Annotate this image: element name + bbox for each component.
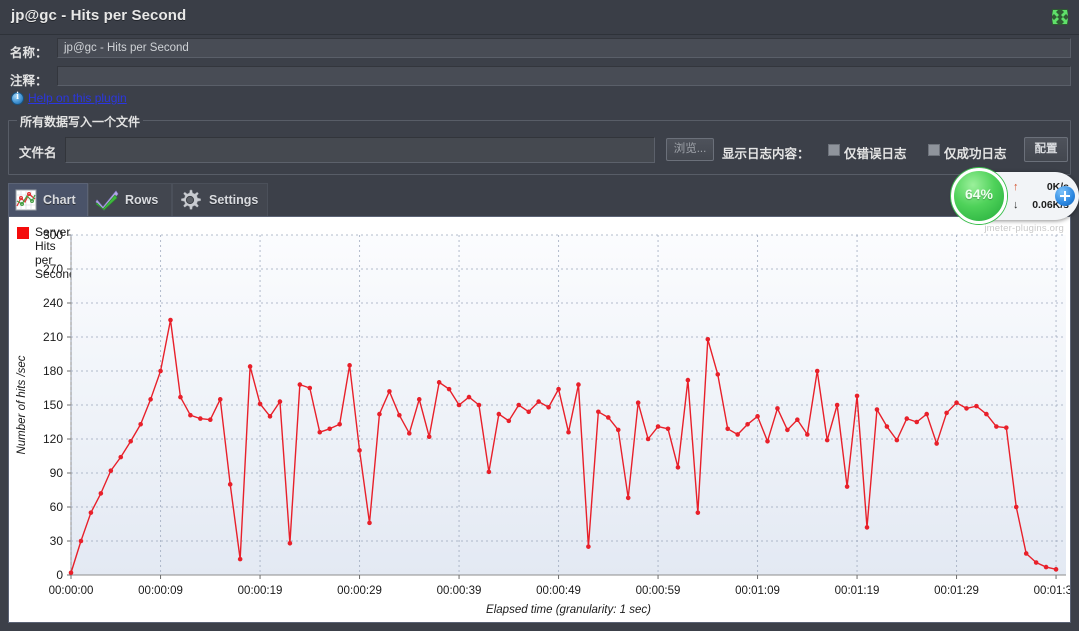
svg-text:0: 0 bbox=[56, 568, 63, 582]
svg-text:30: 30 bbox=[50, 534, 64, 548]
checkmark-icon bbox=[95, 189, 119, 211]
tab-strip: Chart Rows Settings bbox=[8, 183, 1071, 216]
tab-rows-label: Rows bbox=[125, 193, 159, 207]
svg-text:00:00:49: 00:00:49 bbox=[536, 585, 581, 597]
bottom-bar bbox=[0, 623, 1079, 631]
svg-text:240: 240 bbox=[43, 296, 63, 310]
write-all-data-groupbox: 所有数据写入一个文件 文件名 浏览... 显示日志内容： 仅错误日志 仅成功日志… bbox=[8, 113, 1071, 175]
tab-chart-label: Chart bbox=[43, 193, 76, 207]
filename-label: 文件名 bbox=[19, 146, 57, 160]
comment-row: 注释： bbox=[0, 66, 1079, 90]
success-only-label: 仅成功日志 bbox=[944, 147, 1007, 161]
tab-settings[interactable]: Settings bbox=[172, 183, 268, 216]
svg-text:270: 270 bbox=[43, 262, 63, 276]
svg-text:300: 300 bbox=[43, 228, 63, 242]
plugin-window: jp@gc - Hits per Second 名称： jp@gc - Hits… bbox=[0, 0, 1079, 631]
svg-text:00:00:09: 00:00:09 bbox=[138, 585, 183, 597]
comment-input[interactable] bbox=[57, 66, 1071, 86]
svg-text:180: 180 bbox=[43, 364, 63, 378]
comment-label: 注释： bbox=[10, 74, 48, 88]
download-arrow-icon: ↓ bbox=[1013, 199, 1019, 211]
svg-text:150: 150 bbox=[43, 398, 63, 412]
maximize-icon[interactable] bbox=[1049, 6, 1071, 28]
help-on-this-plugin-link[interactable]: Help on this plugin bbox=[28, 91, 127, 105]
page-title: jp@gc - Hits per Second bbox=[11, 7, 187, 24]
info-icon bbox=[11, 91, 24, 105]
tab-rows[interactable]: Rows bbox=[88, 183, 172, 216]
errors-only-checkbox[interactable] bbox=[828, 144, 840, 156]
svg-text:210: 210 bbox=[43, 330, 63, 344]
groupbox-title: 所有数据写入一个文件 bbox=[17, 113, 144, 130]
chart-plot[interactable]: 0 30 60 90 120 150 180 210 240 270 300 00:00:00 00:0… bbox=[9, 217, 1070, 622]
svg-text:00:00:19: 00:00:19 bbox=[238, 585, 283, 597]
cpu-percent-value: 64% bbox=[964, 186, 994, 202]
svg-text:00:00:59: 00:00:59 bbox=[636, 585, 681, 597]
help-row: Help on this plugin bbox=[0, 90, 1079, 110]
success-only-checkbox[interactable] bbox=[928, 144, 940, 156]
cpu-percent-ball[interactable]: 64% bbox=[951, 168, 1007, 224]
svg-text:00:00:00: 00:00:00 bbox=[49, 585, 94, 597]
title-bar: jp@gc - Hits per Second bbox=[0, 0, 1079, 35]
name-input-value: jp@gc - Hits per Second bbox=[64, 42, 189, 54]
svg-text:90: 90 bbox=[50, 466, 64, 480]
svg-text:00:01:09: 00:01:09 bbox=[735, 585, 780, 597]
errors-only-label: 仅错误日志 bbox=[844, 147, 907, 161]
svg-text:120: 120 bbox=[43, 432, 63, 446]
show-log-content-label: 显示日志内容： bbox=[722, 147, 810, 161]
chart-panel: Server Hits per Second jmeter-plugins.or… bbox=[8, 216, 1071, 623]
svg-text:Number of hits /sec: Number of hits /sec bbox=[16, 355, 28, 454]
chart-icon bbox=[15, 189, 37, 211]
svg-text:00:01:19: 00:01:19 bbox=[835, 585, 880, 597]
svg-text:00:00:39: 00:00:39 bbox=[437, 585, 482, 597]
name-input[interactable]: jp@gc - Hits per Second bbox=[57, 38, 1071, 58]
filename-input[interactable] bbox=[65, 137, 655, 163]
upload-arrow-icon: ↑ bbox=[1013, 181, 1019, 193]
configure-button[interactable]: 配置 bbox=[1024, 137, 1068, 162]
network-speed-widget[interactable]: 64% ↑ 0K/s ↓ 0.06K/s bbox=[951, 168, 1079, 224]
name-label: 名称： bbox=[10, 46, 48, 60]
svg-text:00:01:39: 00:01:39 bbox=[1034, 585, 1070, 597]
tab-chart[interactable]: Chart bbox=[8, 183, 88, 216]
gear-icon bbox=[179, 189, 201, 211]
svg-text:00:01:29: 00:01:29 bbox=[934, 585, 979, 597]
browse-button[interactable]: 浏览... bbox=[666, 138, 714, 161]
name-row: 名称： jp@gc - Hits per Second bbox=[0, 38, 1079, 62]
svg-text:Elapsed time (granularity: 1 s: Elapsed time (granularity: 1 sec) bbox=[486, 604, 651, 616]
tab-settings-label: Settings bbox=[209, 193, 259, 207]
svg-text:00:00:29: 00:00:29 bbox=[337, 585, 382, 597]
plus-icon[interactable] bbox=[1055, 186, 1075, 206]
svg-text:60: 60 bbox=[50, 500, 64, 514]
